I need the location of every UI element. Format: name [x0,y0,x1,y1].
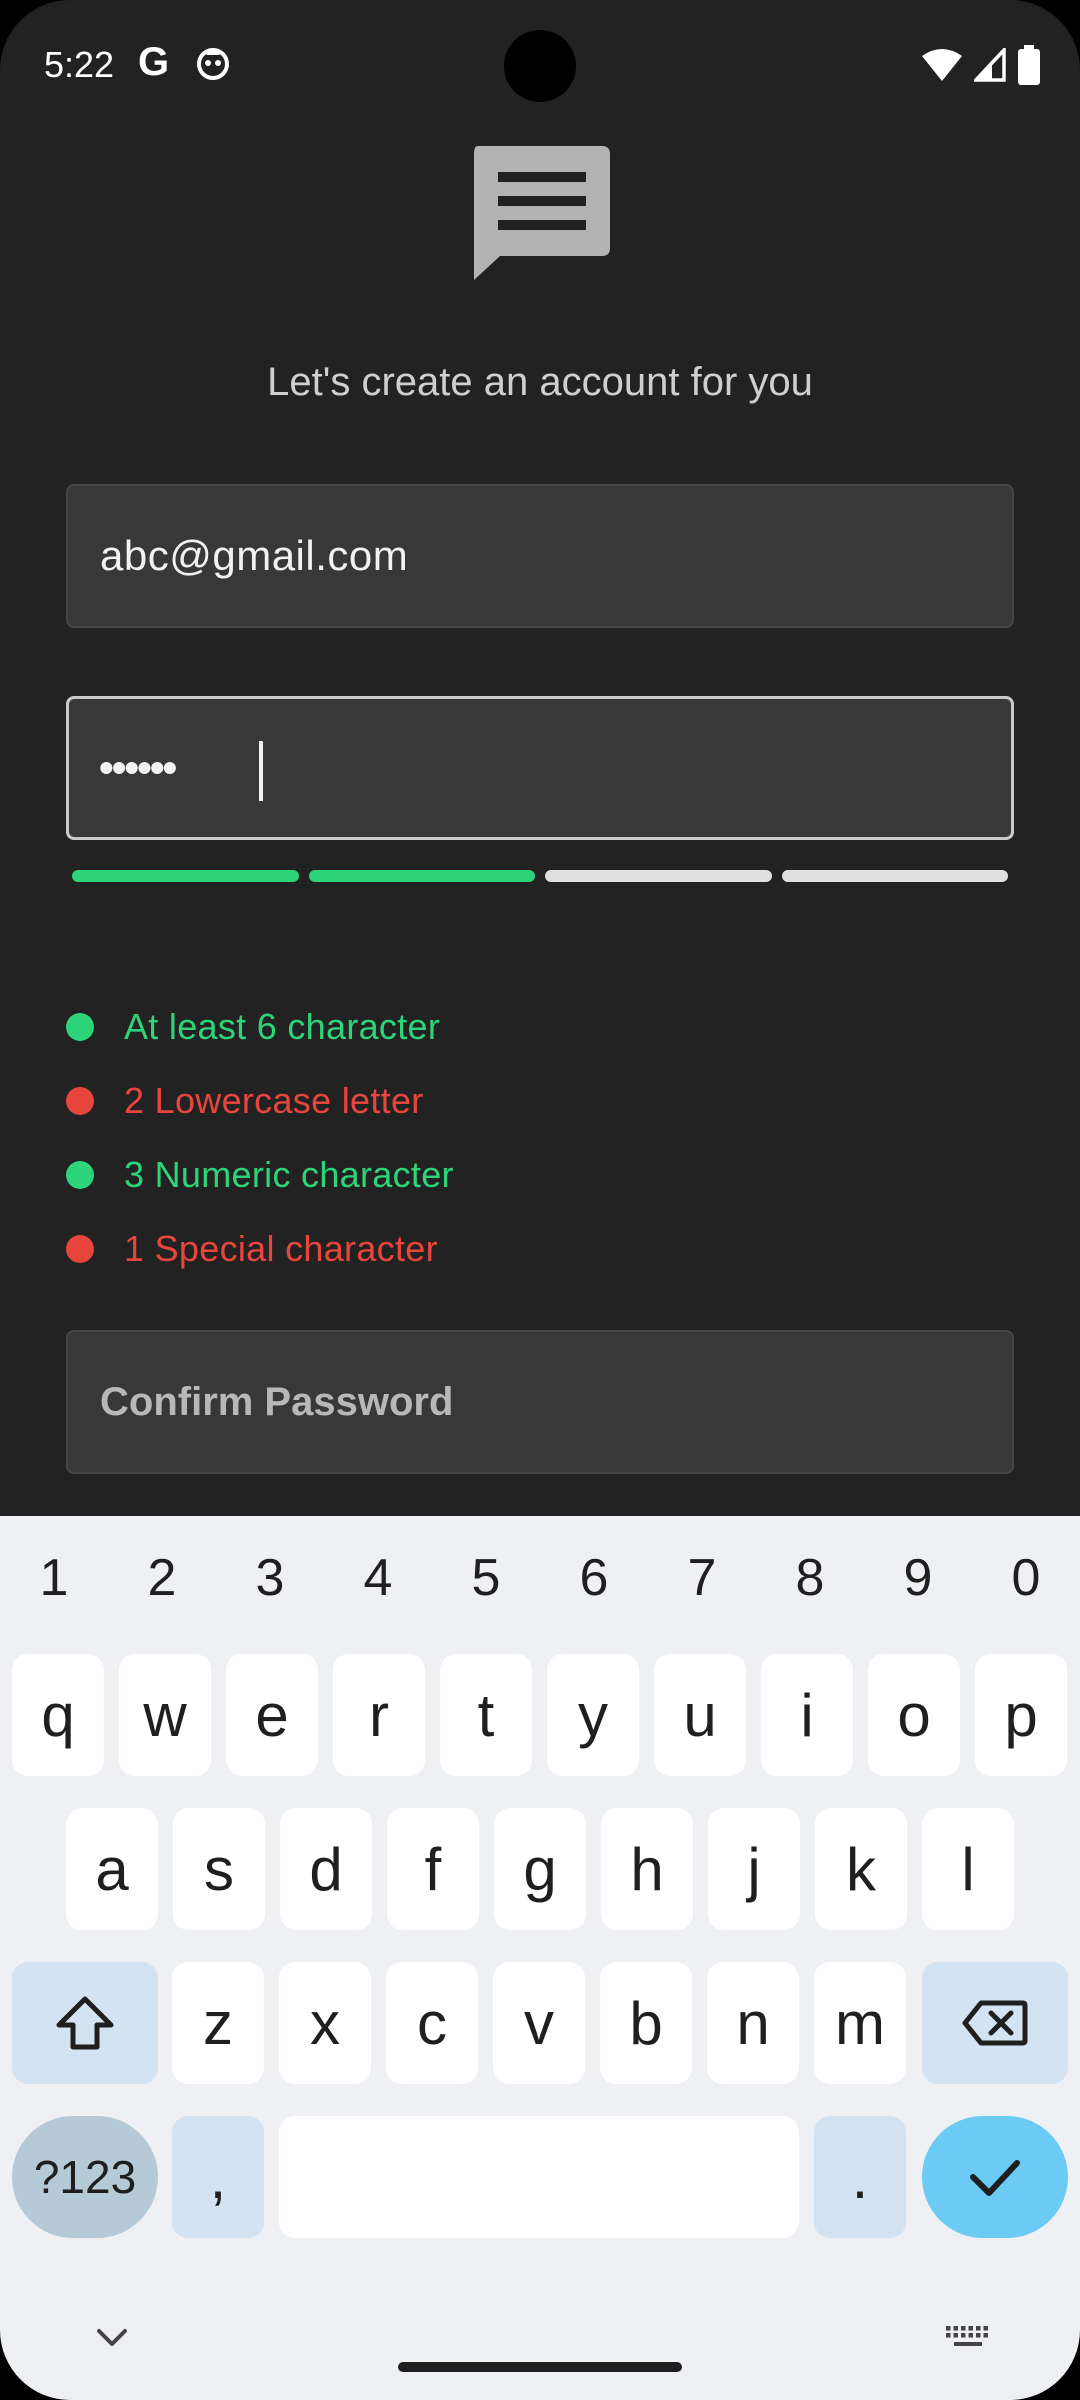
password-rule: 1 Special character [66,1212,454,1286]
key-v[interactable]: v [493,1962,585,2084]
message-icon [474,146,610,280]
soft-keyboard: 1234567890 q w e r t y u i o p a s d f g h j k l z x c v b n m ?12… [0,1516,1080,2400]
shift-key[interactable] [12,1962,158,2084]
rule-status-dot-icon [66,1161,94,1189]
key-z[interactable]: z [172,1962,264,2084]
email-field[interactable]: abc@gmail.com [66,484,1014,628]
hide-keyboard-chevron-icon[interactable] [96,2328,128,2353]
checkmark-icon [970,2160,1020,2196]
key-r[interactable]: r [333,1654,425,1776]
number-key[interactable]: 8 [756,1548,864,1608]
key-a[interactable]: a [66,1808,158,1930]
key-l[interactable]: l [922,1808,1014,1930]
battery-icon [1018,45,1040,85]
number-key[interactable]: 5 [432,1548,540,1608]
enter-key[interactable] [922,2116,1068,2238]
home-indicator[interactable] [398,2362,682,2372]
number-row: 1234567890 [0,1548,1080,1608]
password-strength-meter [72,870,1008,882]
key-o[interactable]: o [868,1654,960,1776]
rule-text: 1 Special character [124,1228,438,1269]
password-rule: 2 Lowercase letter [66,1064,454,1138]
strength-segment [545,870,772,882]
number-key[interactable]: 6 [540,1548,648,1608]
key-d[interactable]: d [280,1808,372,1930]
rule-status-dot-icon [66,1087,94,1115]
google-icon: G [138,40,170,84]
comma-key[interactable]: , [172,2116,264,2238]
key-q[interactable]: q [12,1654,104,1776]
key-i[interactable]: i [761,1654,853,1776]
status-time: 5:22 [44,44,115,85]
period-key[interactable]: . [814,2116,906,2238]
key-w[interactable]: w [119,1654,211,1776]
key-k[interactable]: k [815,1808,907,1930]
key-g[interactable]: g [494,1808,586,1930]
key-m[interactable]: m [814,1962,906,2084]
key-t[interactable]: t [440,1654,532,1776]
space-key[interactable] [279,2116,799,2238]
key-c[interactable]: c [386,1962,478,2084]
strength-segment [781,870,1008,882]
password-field[interactable]: •••••• [66,696,1014,840]
keyboard-switch-icon[interactable] [946,2326,990,2357]
rule-status-dot-icon [66,1013,94,1041]
wifi-icon [922,49,962,81]
camera-cutout [504,30,576,102]
confirm-password-field[interactable]: Confirm Password [66,1330,1014,1474]
phone-screen: 5:22 G Let's create an account for you a… [0,0,1080,2400]
shift-icon [56,1996,114,2050]
key-f[interactable]: f [387,1808,479,1930]
key-y[interactable]: y [547,1654,639,1776]
backspace-key[interactable] [922,1962,1068,2084]
key-p[interactable]: p [975,1654,1067,1776]
rule-text: At least 6 character [124,1006,441,1047]
number-key[interactable]: 4 [324,1548,432,1608]
confirm-password-placeholder: Confirm Password [100,1380,454,1424]
key-s[interactable]: s [173,1808,265,1930]
number-key[interactable]: 9 [864,1548,972,1608]
password-rules-list: At least 6 character 2 Lowercase letter 3 … [66,990,454,1286]
number-key[interactable]: 2 [108,1548,216,1608]
key-u[interactable]: u [654,1654,746,1776]
number-key[interactable]: 0 [972,1548,1080,1608]
password-rule: 3 Numeric character [66,1138,454,1212]
key-b[interactable]: b [600,1962,692,2084]
password-value: •••••• [99,744,177,791]
strength-segment [308,870,535,882]
number-key[interactable]: 3 [216,1548,324,1608]
password-rule: At least 6 character [66,990,454,1064]
strength-segment [72,870,299,882]
text-cursor [259,741,263,801]
key-h[interactable]: h [601,1808,693,1930]
app-notification-icon [197,48,229,80]
rule-text: 2 Lowercase letter [124,1080,424,1121]
key-n[interactable]: n [707,1962,799,2084]
status-icons [922,44,1040,86]
email-value: abc@gmail.com [100,532,409,579]
status-bar: 5:22 G [0,0,1080,132]
key-j[interactable]: j [708,1808,800,1930]
rule-status-dot-icon [66,1235,94,1263]
backspace-icon [962,2000,1028,2046]
key-x[interactable]: x [279,1962,371,2084]
signal-icon [974,48,1006,82]
number-key[interactable]: 1 [0,1548,108,1608]
symbols-key[interactable]: ?123 [12,2116,158,2238]
number-key[interactable]: 7 [648,1548,756,1608]
page-subtitle: Let's create an account for you [267,360,813,404]
rule-text: 3 Numeric character [124,1154,454,1195]
key-e[interactable]: e [226,1654,318,1776]
